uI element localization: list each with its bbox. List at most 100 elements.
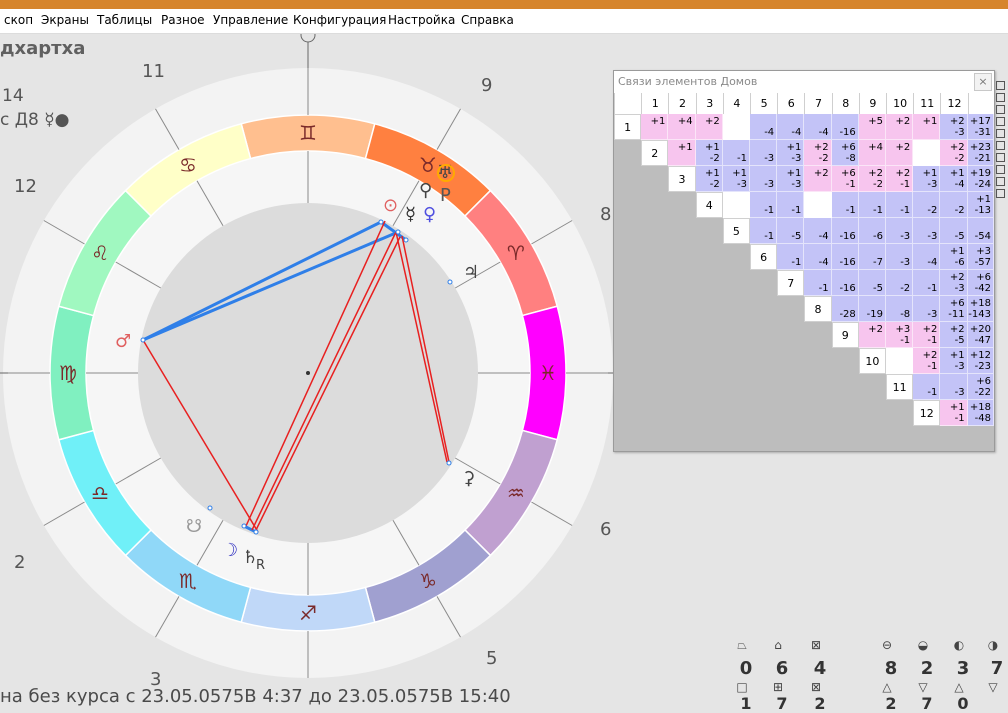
grid-icon[interactable] <box>996 153 1005 162</box>
cell-minus <box>913 127 937 138</box>
cell-minus: -3 <box>791 179 802 190</box>
cell-minus: -1 <box>764 231 775 242</box>
matrix-cell: +4 <box>858 140 886 166</box>
matrix-cell: -1 <box>913 270 941 296</box>
grid-icon[interactable] <box>996 141 1005 150</box>
cell-plus: +12 <box>969 350 991 361</box>
matrix-cell: -6 <box>858 218 886 244</box>
house-links-window[interactable]: Связи элементов Домов × 1 2 3 4 5 6 7 8 9 10 11 12 1… <box>613 70 995 452</box>
natal-chart[interactable]: ♊♉♈♓♒♑♐♏♎♍♌♋ ♅P⚲⊙ ☿ ♀♃♂☋☽ ♄R⚳ 1211986532 <box>0 34 615 686</box>
cell-plus: +1 <box>922 116 938 127</box>
matrix-row-header: 8 <box>804 296 832 322</box>
cell-minus: -1 <box>927 387 938 398</box>
menu-config[interactable]: Конфигурация <box>293 13 386 27</box>
grid-icon[interactable] <box>996 165 1005 174</box>
cell-plus: +18 <box>969 402 991 413</box>
house-number: 8 <box>600 204 611 225</box>
cell-plus: +6 <box>976 272 991 283</box>
cell-minus: -16 <box>839 127 856 138</box>
cell-plus <box>777 246 801 257</box>
cell-minus: -3 <box>737 179 747 190</box>
matrix-cell: +2 -5 <box>940 322 968 348</box>
house-number: 3 <box>150 669 161 686</box>
cell-minus: -21 <box>974 153 991 164</box>
grid-icon[interactable] <box>996 129 1005 138</box>
cell-plus <box>859 298 883 309</box>
matrix-row-header: 6 <box>750 244 778 270</box>
house-number: 11 <box>142 61 165 82</box>
diamond-box-icon: ⊠ <box>810 680 822 694</box>
menu-tables[interactable]: Таблицы <box>97 13 152 27</box>
cell-minus: -1 <box>818 283 829 294</box>
cell-plus: +2 <box>813 142 829 153</box>
grid-icon[interactable] <box>996 105 1005 114</box>
cell-minus: -57 <box>974 257 991 268</box>
cell-plus: +1 <box>705 142 720 153</box>
cell-plus <box>777 194 801 205</box>
matrix-cell: +2 -3 <box>940 114 968 140</box>
matrix-cell: -1 <box>913 374 941 400</box>
triangle-up-icon: △ <box>882 680 892 694</box>
matrix-cell: -3 <box>750 140 778 166</box>
cell-minus <box>859 127 883 138</box>
matrix-cell: -4 <box>777 114 805 140</box>
cell-minus <box>723 127 747 138</box>
matrix-cell: +6 -22 <box>967 374 994 400</box>
menu-control[interactable]: Управление <box>213 13 288 27</box>
menu-help[interactable]: Справка <box>461 13 514 27</box>
matrix-cell: -5 <box>777 218 805 244</box>
cell-plus <box>886 272 910 283</box>
matrix-cell: +23 -21 <box>967 140 994 166</box>
cell-plus: +1 <box>976 194 991 205</box>
counter-value: 7 <box>990 658 1004 679</box>
mercury-icon: ☿ <box>405 204 416 225</box>
cell-plus: +2 <box>922 324 938 335</box>
matrix-header-cell: 4 <box>722 93 750 114</box>
menu-misc[interactable]: Разное <box>161 13 205 27</box>
cell-minus <box>859 335 883 346</box>
cell-plus <box>913 142 937 153</box>
cell-plus: +2 <box>949 116 965 127</box>
cell-minus: -2 <box>873 179 883 190</box>
cell-plus <box>804 220 828 231</box>
cell-minus: -3 <box>927 309 938 320</box>
cell-plus <box>750 194 774 205</box>
matrix-header-cell: 12 <box>940 93 968 114</box>
matrix-cell: -16 <box>831 114 859 140</box>
grid-icon[interactable] <box>996 117 1005 126</box>
trapezoid-icon: ⏢ <box>737 638 747 652</box>
matrix-header-cell: 2 <box>668 93 696 114</box>
grid-icon[interactable] <box>996 189 1005 198</box>
cell-plus <box>968 220 991 231</box>
menu-settings[interactable]: Настройка <box>388 13 455 27</box>
grid-icon[interactable] <box>996 81 1005 90</box>
cell-plus: +1 <box>732 168 747 179</box>
moon-icon: ☽ <box>222 540 238 561</box>
cell-minus: -24 <box>974 179 991 190</box>
jupiter-icon: ♃ <box>463 262 479 283</box>
cell-plus: +6 <box>949 298 965 309</box>
cell-plus: +2 <box>895 168 911 179</box>
cell-minus: -1 <box>927 283 938 294</box>
matrix-cell: +2 -2 <box>940 140 968 166</box>
cell-minus: -13 <box>974 205 991 216</box>
cell-plus <box>777 116 801 127</box>
matrix-cell <box>913 140 941 166</box>
window-titlebar[interactable]: Связи элементов Домов × <box>614 71 994 94</box>
aspect-point <box>140 337 146 343</box>
matrix-cell: +1 -13 <box>967 192 994 218</box>
cell-plus: +1 <box>949 246 965 257</box>
grid-icon[interactable] <box>996 177 1005 186</box>
cell-plus <box>940 376 964 387</box>
menu-screens[interactable]: Экраны <box>41 13 89 27</box>
close-button[interactable]: × <box>974 73 992 91</box>
cell-plus <box>750 142 774 153</box>
cell-minus <box>723 205 747 216</box>
menu-horoscope[interactable]: скоп <box>4 13 33 27</box>
ketu-icon: ☋ <box>186 516 202 537</box>
cell-minus: -16 <box>839 231 856 242</box>
grid-icon[interactable] <box>996 93 1005 102</box>
matrix-cell: +1 -6 <box>940 244 968 270</box>
cell-minus: -4 <box>818 257 829 268</box>
matrix-cell: -16 <box>831 244 859 270</box>
